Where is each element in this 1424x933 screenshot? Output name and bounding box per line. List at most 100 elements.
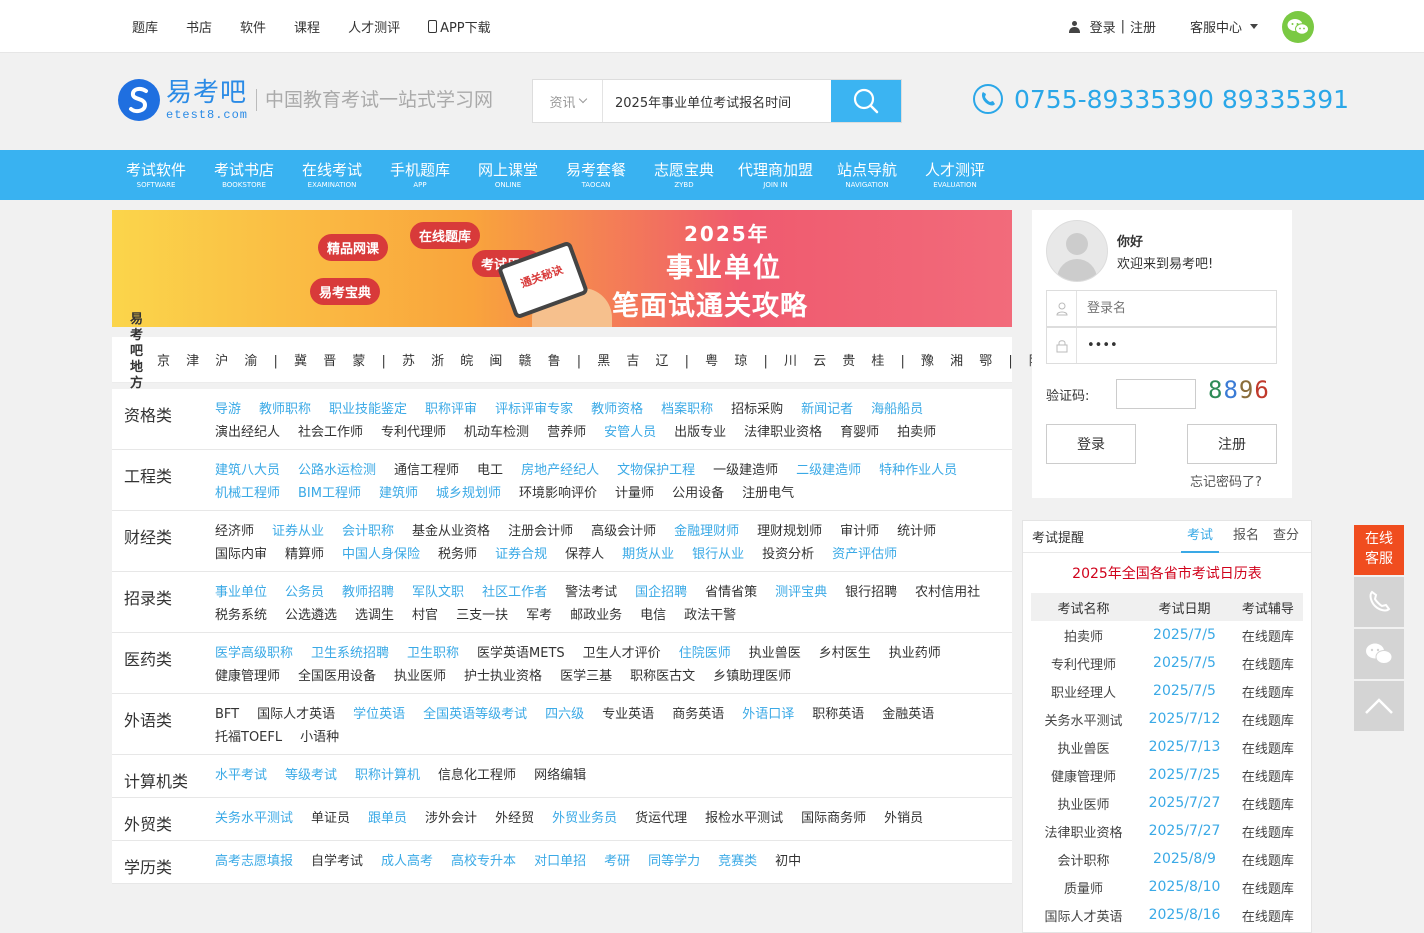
exam-tutoring-link[interactable]: 在线题库 xyxy=(1233,817,1303,845)
main-nav-item[interactable]: 志愿宝典 ZYBD xyxy=(640,150,728,200)
exam-tutoring-link[interactable]: 在线题库 xyxy=(1233,789,1303,817)
category-link[interactable]: 外语口译 xyxy=(742,703,794,726)
category-link[interactable]: 水平考试 xyxy=(215,764,267,792)
captcha-input[interactable] xyxy=(1116,379,1196,409)
category-link[interactable]: 城乡规划师 xyxy=(436,482,501,505)
category-link[interactable]: 卫生系统招聘 xyxy=(311,642,389,665)
category-link[interactable]: 证券合规 xyxy=(495,543,547,566)
search-input[interactable] xyxy=(603,80,831,122)
category-link[interactable]: 跟单员 xyxy=(368,807,407,835)
category-link[interactable]: 审计师 xyxy=(840,520,879,543)
exam-name[interactable]: 拍卖师 xyxy=(1031,621,1136,649)
app-download-link[interactable]: APP下载 xyxy=(428,17,491,36)
exam-date[interactable]: 2025/7/5 xyxy=(1136,677,1233,705)
category-link[interactable]: 教师招聘 xyxy=(342,581,394,604)
category-link[interactable]: 政法干警 xyxy=(684,604,736,627)
category-link[interactable]: 执业药师 xyxy=(889,642,941,665)
category-link[interactable]: 学位英语 xyxy=(353,703,405,726)
category-link[interactable]: 教师职称 xyxy=(259,398,311,421)
category-link[interactable]: 健康管理师 xyxy=(215,665,280,688)
exam-date[interactable]: 2025/7/5 xyxy=(1136,621,1233,649)
category-link[interactable]: 注册会计师 xyxy=(508,520,573,543)
search-category-select[interactable]: 资讯 xyxy=(533,80,603,122)
category-link[interactable]: 单证员 xyxy=(311,807,350,835)
category-link[interactable]: 安管人员 xyxy=(604,421,656,444)
category-link[interactable]: 评标评审专家 xyxy=(495,398,573,421)
exam-tutoring-link[interactable]: 在线题库 xyxy=(1233,761,1303,789)
category-link[interactable]: 竞赛类 xyxy=(718,850,757,878)
login-button[interactable]: 登录 xyxy=(1046,424,1136,464)
category-link[interactable]: 会计职称 xyxy=(342,520,394,543)
category-link[interactable]: 考研 xyxy=(604,850,630,878)
category-link[interactable]: 社区工作者 xyxy=(482,581,547,604)
category-link[interactable]: 证券从业 xyxy=(272,520,324,543)
tab-score[interactable]: 查分 xyxy=(1273,521,1299,553)
category-link[interactable]: 医学三基 xyxy=(560,665,612,688)
exam-tutoring-link[interactable]: 在线题库 xyxy=(1233,621,1303,649)
category-link[interactable]: 理财规划师 xyxy=(757,520,822,543)
category-link[interactable]: 警法考试 xyxy=(565,581,617,604)
category-link[interactable]: 外经贸 xyxy=(495,807,534,835)
exam-name[interactable]: 会计职称 xyxy=(1031,845,1136,873)
category-link[interactable]: 档案职称 xyxy=(661,398,713,421)
category-link[interactable]: 公选遴选 xyxy=(285,604,337,627)
category-link[interactable]: 选调生 xyxy=(355,604,394,627)
category-link[interactable]: 职称评审 xyxy=(425,398,477,421)
promo-banner[interactable]: 精品网课 在线题库 考试用书 易考宝典 通关秘诀 2025年 事业单位 笔面试通… xyxy=(112,210,1012,327)
category-link[interactable]: 高考志愿填报 xyxy=(215,850,293,878)
category-link[interactable]: BIM工程师 xyxy=(298,482,361,505)
category-link[interactable]: 初中 xyxy=(775,850,801,878)
exam-name[interactable]: 质量师 xyxy=(1031,873,1136,901)
category-link[interactable]: 卫生职称 xyxy=(407,642,459,665)
category-link[interactable]: 涉外会计 xyxy=(425,807,477,835)
category-link[interactable]: 农村信用社 xyxy=(915,581,980,604)
category-link[interactable]: 银行招聘 xyxy=(845,581,897,604)
category-link[interactable]: 计量师 xyxy=(615,482,654,505)
category-link[interactable]: BFT xyxy=(215,703,239,726)
category-link[interactable]: 国际内审 xyxy=(215,543,267,566)
forgot-password-link[interactable]: 忘记密码了? xyxy=(1190,471,1262,490)
category-link[interactable]: 建筑八大员 xyxy=(215,459,280,482)
category-link[interactable]: 三支一扶 xyxy=(456,604,508,627)
topnav-item-software[interactable]: 软件 xyxy=(240,17,266,36)
category-link[interactable]: 住院医师 xyxy=(679,642,731,665)
exam-date[interactable]: 2025/7/5 xyxy=(1136,649,1233,677)
site-logo[interactable]: 易考吧 etest8.com 中国教育考试一站式学习网 xyxy=(118,79,493,121)
category-link[interactable]: 报检水平测试 xyxy=(705,807,783,835)
category-link[interactable]: 税务师 xyxy=(438,543,477,566)
password-input[interactable] xyxy=(1077,328,1276,363)
category-link[interactable]: 机动车检测 xyxy=(464,421,529,444)
exam-tutoring-link[interactable]: 在线题库 xyxy=(1233,705,1303,733)
exam-tutoring-link[interactable]: 在线题库 xyxy=(1233,873,1303,901)
category-link[interactable]: 四六级 xyxy=(545,703,584,726)
topnav-item-courses[interactable]: 课程 xyxy=(294,17,320,36)
exam-name[interactable]: 职业经理人 xyxy=(1031,677,1136,705)
main-nav-item[interactable]: 在线考试 EXAMINATION xyxy=(288,150,376,200)
category-link[interactable]: 医学英语METS xyxy=(477,642,565,665)
category-link[interactable]: 职称英语 xyxy=(812,703,864,726)
category-link[interactable]: 卫生人才评价 xyxy=(583,642,661,665)
category-link[interactable]: 中国人身保险 xyxy=(342,543,420,566)
login-link[interactable]: 登录 xyxy=(1090,17,1116,36)
category-link[interactable]: 高级会计师 xyxy=(591,520,656,543)
topnav-item-talent[interactable]: 人才测评 xyxy=(348,17,400,36)
category-link[interactable]: 教师资格 xyxy=(591,398,643,421)
main-nav-item[interactable]: 人才测评 EVALUATION xyxy=(911,150,999,200)
category-link[interactable]: 省情省策 xyxy=(705,581,757,604)
category-link[interactable]: 公用设备 xyxy=(672,482,724,505)
exam-tutoring-link[interactable]: 在线题库 xyxy=(1233,845,1303,873)
tab-registration[interactable]: 报名 xyxy=(1233,521,1259,553)
category-link[interactable]: 村官 xyxy=(412,604,438,627)
category-link[interactable]: 网络编辑 xyxy=(534,764,586,792)
category-link[interactable]: 育婴师 xyxy=(840,421,879,444)
category-link[interactable]: 税务系统 xyxy=(215,604,267,627)
category-link[interactable]: 电信 xyxy=(640,604,666,627)
exam-tutoring-link[interactable]: 在线题库 xyxy=(1233,733,1303,761)
category-link[interactable]: 银行从业 xyxy=(692,543,744,566)
category-link[interactable]: 基金从业资格 xyxy=(412,520,490,543)
topnav-item-bookstore[interactable]: 书店 xyxy=(186,17,212,36)
category-link[interactable]: 营养师 xyxy=(547,421,586,444)
category-link[interactable]: 职业技能鉴定 xyxy=(329,398,407,421)
category-link[interactable]: 同等学力 xyxy=(648,850,700,878)
category-link[interactable]: 新闻记者 xyxy=(801,398,853,421)
